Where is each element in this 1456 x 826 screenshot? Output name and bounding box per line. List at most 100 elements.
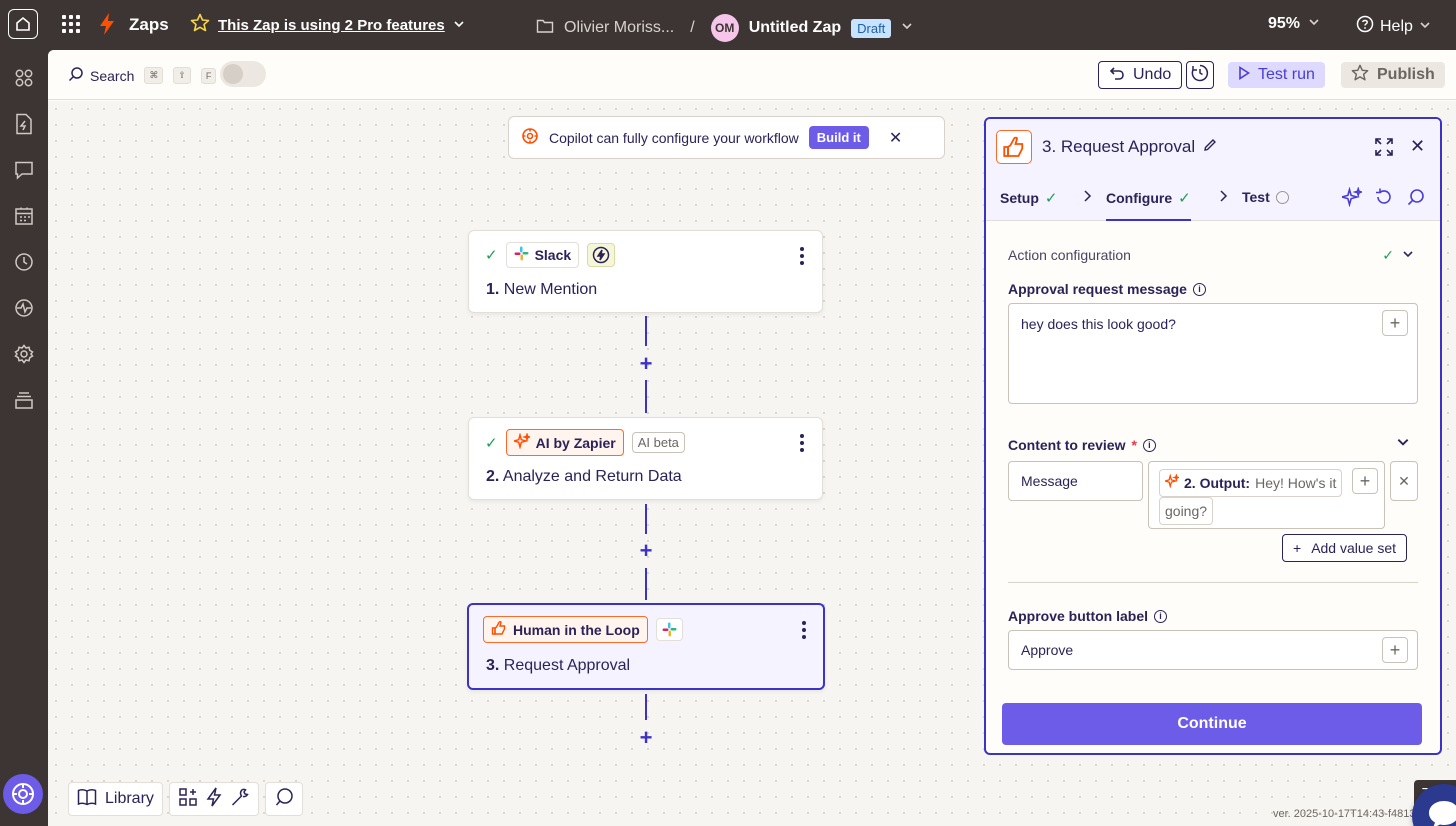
folder-icon (536, 18, 554, 39)
help-label: Help (1380, 17, 1413, 35)
library-button[interactable]: Library (68, 782, 163, 816)
app-name: AI by Zapier (535, 434, 616, 451)
field-label: Content to review (1008, 437, 1126, 453)
add-widget-icon[interactable] (178, 787, 198, 812)
workflow-step-1[interactable]: ✓ Slack 1. New Mention (468, 230, 823, 313)
pencil-icon[interactable] (1203, 137, 1217, 157)
add-step-button[interactable]: + (637, 540, 655, 562)
instant-trigger-icon (587, 243, 616, 267)
version-history-button[interactable] (1186, 61, 1214, 89)
search-icon[interactable] (1406, 187, 1426, 212)
shortcut-key: ⇧ (173, 67, 191, 84)
bolt-icon[interactable] (206, 787, 222, 812)
publish-label: Publish (1377, 66, 1435, 83)
more-options-icon[interactable] (802, 621, 806, 639)
approval-message-label: Approval request message i (1008, 281, 1206, 297)
add-value-set-button[interactable]: + Add value set (1282, 534, 1408, 562)
tab-test[interactable]: Test (1242, 189, 1289, 205)
insert-data-button[interactable]: + (1382, 637, 1408, 663)
zaps-link[interactable]: Zaps (129, 15, 169, 35)
chevron-down-icon (453, 17, 465, 34)
build-it-button[interactable]: Build it (808, 126, 869, 149)
tab-setup[interactable]: Setup ✓ (1000, 189, 1057, 207)
help-menu[interactable]: Help (1356, 15, 1431, 38)
continue-button[interactable]: Continue (1002, 703, 1422, 745)
gear-icon[interactable] (12, 342, 36, 366)
breadcrumb-separator: / (690, 19, 695, 36)
chevron-down-icon (1419, 18, 1431, 36)
check-icon: ✓ (485, 434, 498, 452)
connector-line (645, 504, 647, 534)
wrench-icon[interactable] (230, 787, 250, 812)
chevron-down-icon[interactable] (901, 19, 913, 37)
close-icon[interactable]: ✕ (889, 128, 902, 148)
chat-icon[interactable] (12, 158, 36, 182)
add-step-button[interactable]: + (637, 727, 655, 749)
step-number: 2. (486, 468, 500, 485)
shortcut-key: ⌘ (144, 67, 164, 84)
pro-features-notice[interactable]: This Zap is using 2 Pro features (190, 13, 465, 37)
field-label: Approval request message (1008, 281, 1187, 297)
field-label: Approve button label (1008, 608, 1148, 624)
top-bar: Zaps This Zap is using 2 Pro features Ol… (0, 0, 1456, 50)
app-name: Human in the Loop (513, 621, 640, 638)
approval-message-field[interactable]: hey does this look good? (1008, 303, 1418, 404)
app-grid-icon[interactable] (62, 15, 80, 33)
chevron-down-icon[interactable] (1396, 435, 1410, 454)
copilot-icon[interactable] (3, 774, 43, 814)
pro-features-text: This Zap is using 2 Pro features (218, 16, 445, 34)
test-run-button[interactable]: Test run (1228, 62, 1325, 88)
comment-button[interactable] (264, 782, 303, 816)
apps-icon[interactable] (12, 66, 36, 90)
library-label: Library (105, 790, 154, 807)
test-run-label: Test run (1258, 66, 1315, 83)
folder-owner[interactable]: Olivier Moriss... (564, 19, 674, 37)
connector-line (645, 568, 647, 600)
tab-configure[interactable]: Configure ✓ (1106, 189, 1191, 221)
panel-title[interactable]: 3. Request Approval (1042, 137, 1217, 157)
undo-label: Undo (1133, 66, 1172, 83)
info-icon[interactable]: i (1154, 609, 1167, 623)
home-icon[interactable] (8, 9, 38, 39)
content-value-field[interactable]: 2. Output: Hey! How's it going? (1148, 461, 1385, 529)
info-icon[interactable]: i (1142, 438, 1156, 452)
insert-data-button[interactable]: + (1382, 310, 1408, 336)
info-icon[interactable]: i (1192, 282, 1206, 296)
add-step-button[interactable]: + (637, 353, 655, 375)
insert-data-button[interactable]: + (1352, 468, 1378, 494)
zoom-dropdown[interactable]: 95% (1268, 15, 1320, 33)
step-name: New Mention (503, 281, 598, 298)
more-options-icon[interactable] (800, 434, 804, 452)
comment-icon (274, 787, 294, 812)
remove-value-button[interactable]: ✕ (1390, 461, 1418, 501)
step-title: 1. New Mention (486, 281, 597, 299)
table-icon[interactable] (12, 204, 36, 228)
chat-bubble-icon (1426, 798, 1456, 826)
workflow-step-3[interactable]: Human in the Loop 3. Request Approval (467, 603, 825, 690)
search-button[interactable]: Search ⌘ ⇧ F (68, 66, 217, 85)
content-review-label: Content to review * i (1008, 437, 1156, 453)
layers-icon[interactable] (12, 388, 36, 412)
action-configuration-section[interactable]: Action configuration ✓ (1008, 247, 1420, 263)
step-title: 3. Request Approval (486, 657, 630, 675)
file-bolt-icon[interactable] (12, 112, 36, 136)
zap-name[interactable]: Untitled Zap (749, 19, 841, 37)
history-icon[interactable] (12, 250, 36, 274)
editor-toolbar: Search ⌘ ⇧ F Undo Test run Publish (48, 50, 1456, 100)
check-icon: ✓ (1178, 190, 1191, 207)
activity-icon[interactable] (12, 296, 36, 320)
workflow-step-2[interactable]: ✓ AI by Zapier AI beta 2. Analyze and Re… (468, 417, 823, 500)
publish-button[interactable]: Publish (1341, 62, 1445, 88)
more-options-icon[interactable] (800, 247, 804, 265)
refresh-icon[interactable] (1374, 187, 1394, 212)
view-toggle[interactable] (220, 61, 266, 87)
undo-button[interactable]: Undo (1098, 61, 1183, 89)
ai-sparkle-icon[interactable] (1338, 186, 1365, 212)
step-number: 1. (486, 281, 500, 298)
approve-button-label-field[interactable]: Approve (1008, 630, 1418, 670)
panel-header: 3. Request Approval ✕ (986, 119, 1440, 175)
data-token[interactable]: 2. Output: Hey! How's it (1159, 469, 1343, 497)
close-icon[interactable]: ✕ (1410, 136, 1425, 157)
content-key-field[interactable]: Message (1008, 461, 1143, 501)
expand-icon[interactable] (1374, 137, 1394, 162)
